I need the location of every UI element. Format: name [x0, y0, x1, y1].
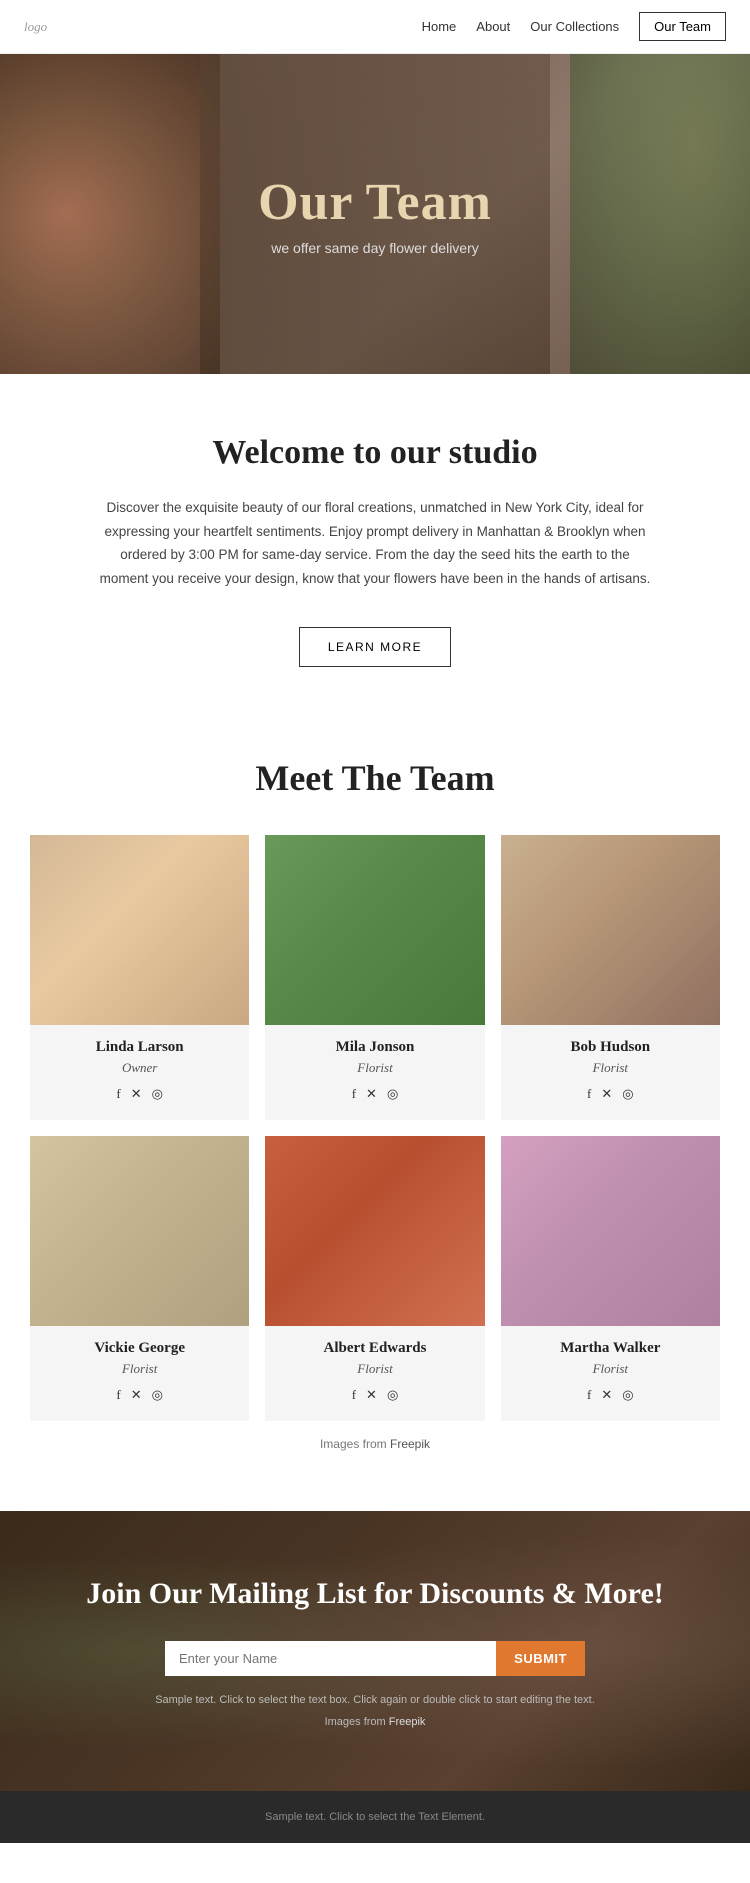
instagram-icon[interactable]: ◎ — [387, 1387, 398, 1403]
facebook-icon[interactable]: f — [116, 1086, 120, 1102]
mailing-name-input[interactable] — [165, 1641, 496, 1676]
welcome-title: Welcome to our studio — [80, 434, 670, 472]
team-grid: Linda Larson Owner f ✕ ◎ Mila Jonson Florist f ✕… — [30, 835, 720, 1421]
team-member-role: Florist — [511, 1060, 710, 1076]
mailing-sample-text: Sample text. Click to select the text bo… — [155, 1694, 595, 1706]
instagram-icon[interactable]: ◎ — [387, 1086, 398, 1102]
hero-subtitle: we offer same day flower delivery — [258, 240, 492, 256]
twitter-x-icon[interactable]: ✕ — [131, 1086, 142, 1102]
team-member-role: Owner — [40, 1060, 239, 1076]
team-social-links: f ✕ ◎ — [275, 1387, 474, 1403]
twitter-x-icon[interactable]: ✕ — [601, 1086, 612, 1102]
freepik-link[interactable]: Freepik — [390, 1437, 430, 1451]
facebook-icon[interactable]: f — [352, 1086, 356, 1102]
hero-flowers-right — [570, 54, 750, 374]
team-member-name: Bob Hudson — [511, 1039, 710, 1056]
nav-our-team-button[interactable]: Our Team — [639, 12, 726, 41]
team-card: Albert Edwards Florist f ✕ ◎ — [265, 1136, 484, 1421]
mailing-credit: Images from Freepik — [325, 1716, 426, 1728]
team-member-name: Mila Jonson — [275, 1039, 474, 1056]
team-card: Vickie George Florist f ✕ ◎ — [30, 1136, 249, 1421]
team-member-role: Florist — [511, 1361, 710, 1377]
footer: Sample text. Click to select the Text El… — [0, 1791, 750, 1843]
instagram-icon[interactable]: ◎ — [622, 1086, 633, 1102]
team-social-links: f ✕ ◎ — [40, 1086, 239, 1102]
twitter-x-icon[interactable]: ✕ — [366, 1387, 377, 1403]
nav-home[interactable]: Home — [422, 19, 457, 34]
team-card-info: Mila Jonson Florist f ✕ ◎ — [265, 1025, 484, 1120]
team-social-links: f ✕ ◎ — [275, 1086, 474, 1102]
team-card-info: Martha Walker Florist f ✕ ◎ — [501, 1326, 720, 1421]
mailing-submit-button[interactable]: SUBMIT — [496, 1641, 585, 1676]
facebook-icon[interactable]: f — [352, 1387, 356, 1403]
hero-flowers-left — [0, 54, 220, 374]
team-section: Meet The Team Linda LarsonOwnerf✕◎Mila J… — [0, 707, 750, 1511]
team-member-role: Florist — [275, 1060, 474, 1076]
team-member-name: Linda Larson — [40, 1039, 239, 1056]
team-member-name: Martha Walker — [511, 1340, 710, 1357]
team-member-photo — [265, 1136, 484, 1326]
team-social-links: f ✕ ◎ — [40, 1387, 239, 1403]
facebook-icon[interactable]: f — [587, 1086, 591, 1102]
images-credit: Images from Freepik — [30, 1421, 720, 1481]
team-social-links: f ✕ ◎ — [511, 1086, 710, 1102]
mailing-freepik-link[interactable]: Freepik — [389, 1716, 426, 1728]
navigation: logo Home About Our Collections Our Team — [0, 0, 750, 54]
team-social-links: f ✕ ◎ — [511, 1387, 710, 1403]
mailing-form: SUBMIT — [165, 1641, 585, 1676]
welcome-section: Welcome to our studio Discover the exqui… — [0, 374, 750, 707]
team-card: Bob Hudson Florist f ✕ ◎ — [501, 835, 720, 1120]
twitter-x-icon[interactable]: ✕ — [601, 1387, 612, 1403]
twitter-x-icon[interactable]: ✕ — [366, 1086, 377, 1102]
instagram-icon[interactable]: ◎ — [152, 1387, 163, 1403]
mailing-title: Join Our Mailing List for Discounts & Mo… — [86, 1574, 664, 1613]
team-member-photo — [30, 835, 249, 1025]
nav-links: Home About Our Collections Our Team — [422, 12, 726, 41]
instagram-icon[interactable]: ◎ — [622, 1387, 633, 1403]
team-card: Linda Larson Owner f ✕ ◎ — [30, 835, 249, 1120]
instagram-icon[interactable]: ◎ — [152, 1086, 163, 1102]
team-card: Mila Jonson Florist f ✕ ◎ — [265, 835, 484, 1120]
nav-collections[interactable]: Our Collections — [530, 19, 619, 34]
team-member-name: Vickie George — [40, 1340, 239, 1357]
team-member-photo — [265, 835, 484, 1025]
team-card-info: Albert Edwards Florist f ✕ ◎ — [265, 1326, 484, 1421]
nav-about[interactable]: About — [476, 19, 510, 34]
mailing-section: Join Our Mailing List for Discounts & Mo… — [0, 1511, 750, 1791]
facebook-icon[interactable]: f — [116, 1387, 120, 1403]
team-member-photo — [501, 1136, 720, 1326]
hero-section: Our Team we offer same day flower delive… — [0, 54, 750, 374]
hero-title: Our Team — [258, 173, 492, 232]
footer-text: Sample text. Click to select the Text El… — [20, 1811, 730, 1823]
images-credit-pre: Images from — [320, 1437, 390, 1451]
mailing-credit-pre: Images from — [325, 1716, 389, 1728]
team-card-info: Vickie George Florist f ✕ ◎ — [30, 1326, 249, 1421]
team-card: Martha Walker Florist f ✕ ◎ — [501, 1136, 720, 1421]
team-member-photo — [30, 1136, 249, 1326]
team-card-info: Bob Hudson Florist f ✕ ◎ — [501, 1025, 720, 1120]
hero-content: Our Team we offer same day flower delive… — [258, 173, 492, 256]
team-member-name: Albert Edwards — [275, 1340, 474, 1357]
team-card-info: Linda Larson Owner f ✕ ◎ — [30, 1025, 249, 1120]
logo: logo — [24, 19, 47, 35]
team-member-role: Florist — [40, 1361, 239, 1377]
team-member-role: Florist — [275, 1361, 474, 1377]
team-section-title: Meet The Team — [30, 757, 720, 799]
welcome-body: Discover the exquisite beauty of our flo… — [95, 496, 655, 591]
team-member-photo — [501, 835, 720, 1025]
twitter-x-icon[interactable]: ✕ — [131, 1387, 142, 1403]
learn-more-button[interactable]: LEARN MORE — [299, 627, 451, 667]
facebook-icon[interactable]: f — [587, 1387, 591, 1403]
